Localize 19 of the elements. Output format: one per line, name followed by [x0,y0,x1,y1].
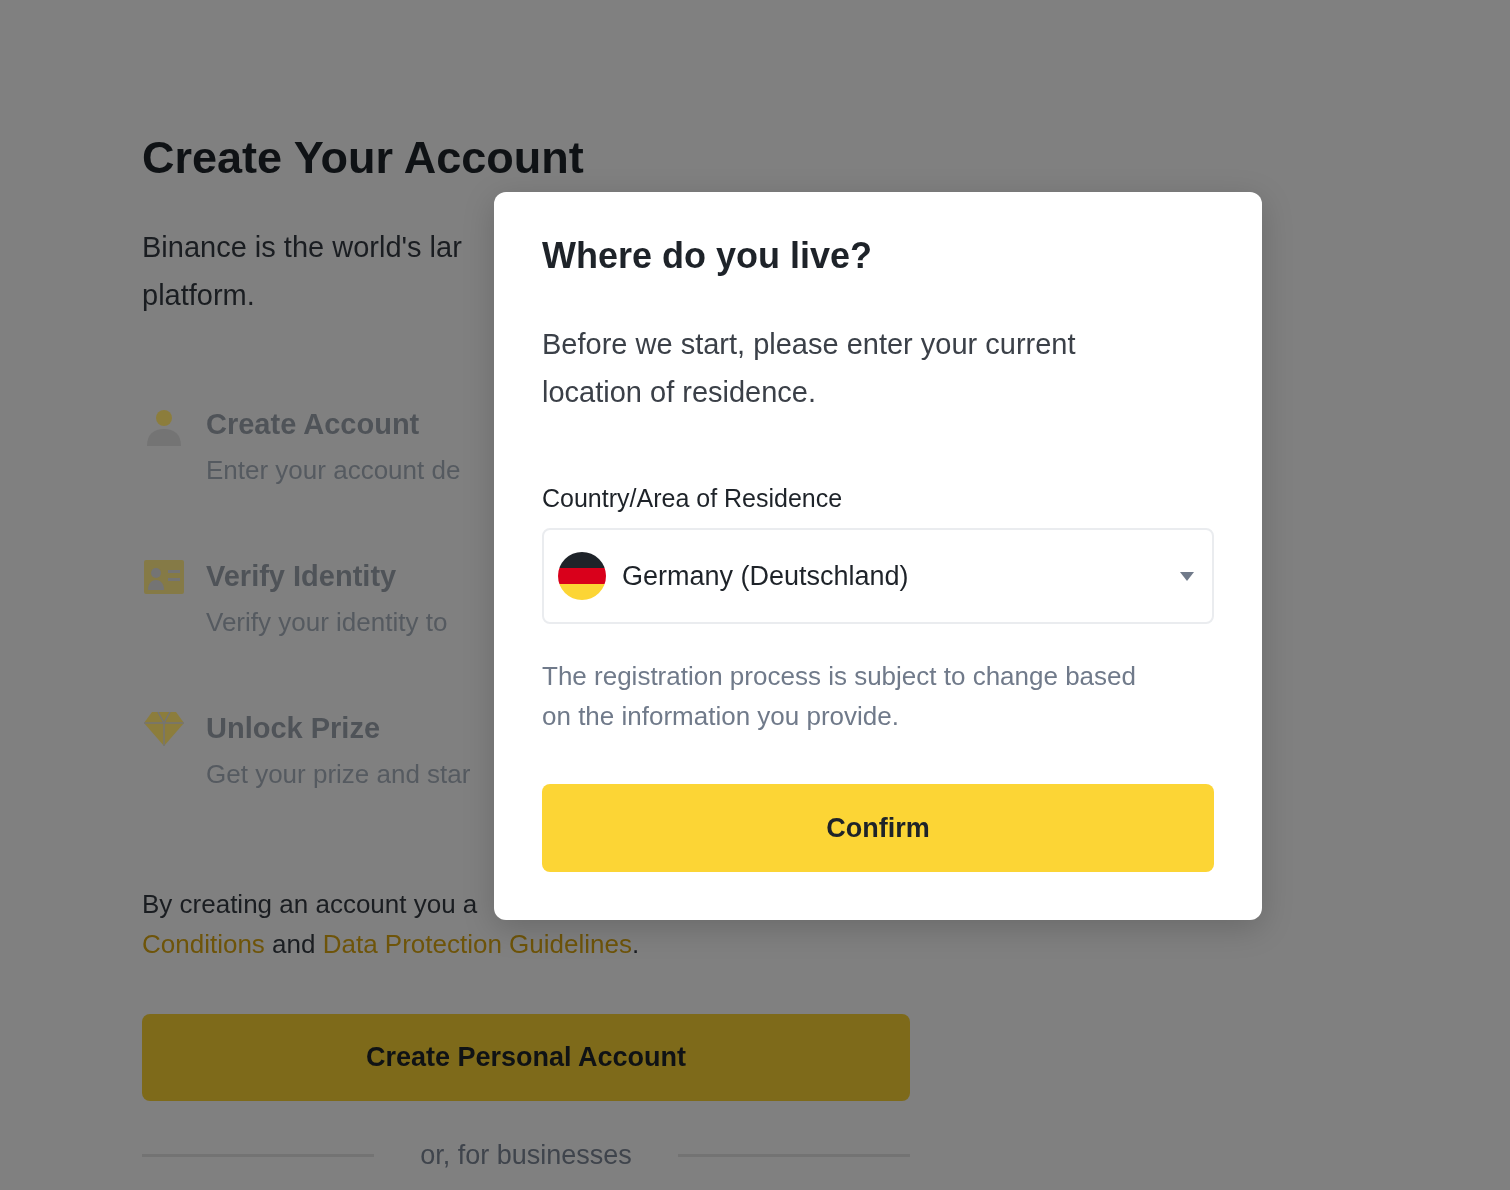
intro-text: Binance is the world's lar platform. [142,230,462,313]
caret-down-icon [1180,571,1194,581]
create-personal-account-button[interactable]: Create Personal Account [142,1014,910,1101]
id-card-icon [144,560,184,594]
dialog-title: Where do you live? [542,234,873,278]
registration-note: The registration process is subject to change based on the information you provide. [542,660,1137,733]
person-icon [144,408,184,448]
diamond-icon [144,712,184,746]
flag-icon [558,552,606,600]
dialog-description: Before we start, please enter your current location of residence. [542,327,1077,410]
terms-text: Conditions and Data Protection Guidelines. [142,928,640,961]
page-title: Create Your Account [142,131,584,185]
terms-text: By creating an account you a [142,888,478,921]
field-label: Country/Area of Residence [542,483,843,514]
terms-link[interactable]: Conditions [142,929,265,959]
confirm-button[interactable]: Confirm [542,784,1214,872]
separator-text: or, for businesses [419,1139,633,1172]
country-select[interactable]: Germany (Deutschland) [542,528,1214,624]
terms-link[interactable]: Data Protection Guidelines [322,929,632,959]
